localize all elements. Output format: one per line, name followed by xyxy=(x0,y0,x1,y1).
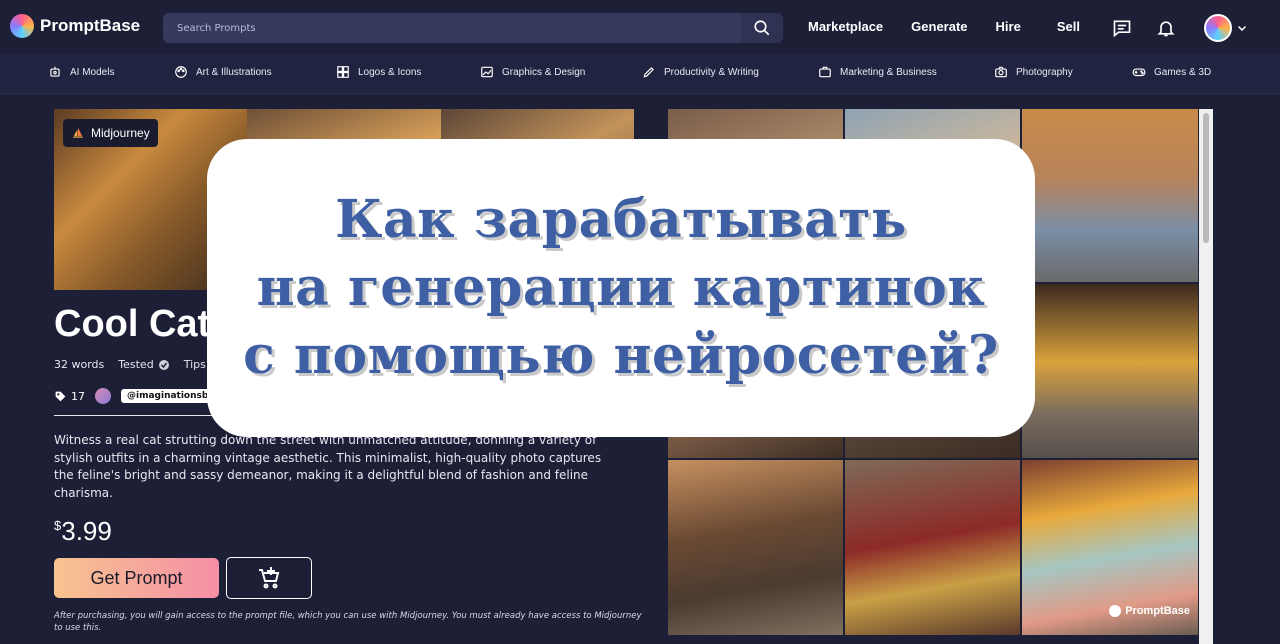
watermark-text: PromptBase xyxy=(1125,605,1190,617)
brand-logo-icon xyxy=(10,14,34,38)
category-label: Games & 3D xyxy=(1154,66,1212,78)
logo-icon xyxy=(337,66,349,78)
messages-button[interactable] xyxy=(1110,16,1134,40)
sailboat-icon xyxy=(73,127,83,138)
pen-icon xyxy=(643,67,654,78)
search-button[interactable] xyxy=(741,13,783,43)
purchase-note: After purchasing, you will gain access t… xyxy=(54,611,642,633)
tested-badge: Tested xyxy=(118,358,169,371)
chat-icon xyxy=(1113,20,1131,38)
add-to-cart-button[interactable] xyxy=(226,557,312,599)
category-marketing-business[interactable]: Marketing & Business xyxy=(818,65,937,79)
category-games-3d[interactable]: Games & 3D xyxy=(1132,65,1211,79)
gallery-image[interactable] xyxy=(845,460,1020,635)
gallery-image[interactable] xyxy=(668,460,843,635)
brand-logo-icon xyxy=(1109,605,1122,617)
gallery-scrollbar[interactable] xyxy=(1199,109,1213,644)
category-logos-icons[interactable]: Logos & Icons xyxy=(336,65,421,79)
category-label: AI Models xyxy=(70,66,115,78)
category-ai-models[interactable]: AI Models xyxy=(48,65,114,79)
brand-logo[interactable]: PromptBase xyxy=(10,14,140,38)
nav-hire[interactable]: Hire xyxy=(996,19,1021,34)
nav-generate[interactable]: Generate xyxy=(911,19,967,34)
word-count: 32 words xyxy=(54,358,105,371)
category-bar: AI Models Art & Illustrations Logos & Ic… xyxy=(0,54,1280,94)
category-label: Logos & Icons xyxy=(358,66,422,78)
tag-icon xyxy=(55,391,66,401)
author-handle[interactable]: @imaginationsby xyxy=(121,389,221,403)
notifications-button[interactable] xyxy=(1154,16,1178,40)
brand-name: PromptBase xyxy=(40,16,141,35)
search-input[interactable] xyxy=(163,13,741,43)
cart-plus-icon xyxy=(259,567,280,589)
nav-marketplace[interactable]: Marketplace xyxy=(808,19,883,34)
caption-overlay: Как зарабатывать на генерации картинок с… xyxy=(207,139,1035,437)
category-label: Marketing & Business xyxy=(840,66,937,78)
prompt-description: Witness a real cat strutting down the st… xyxy=(54,433,602,500)
search-bar xyxy=(163,13,783,43)
gallery-image[interactable] xyxy=(1022,109,1198,282)
briefcase-icon xyxy=(819,66,831,78)
gallery-image[interactable]: PromptBase xyxy=(1022,460,1198,635)
chevron-down-icon[interactable] xyxy=(1236,22,1248,34)
prompt-price: $3.99 xyxy=(54,516,112,547)
tags-count-value: 17 xyxy=(71,389,85,403)
category-label: Productivity & Writing xyxy=(664,66,759,78)
caption-line: с помощью нейросетей? xyxy=(243,325,999,386)
model-badge-label: Midjourney xyxy=(91,126,150,140)
prompt-author-row: 17 @imaginationsby xyxy=(54,388,221,404)
robot-icon xyxy=(50,66,60,77)
verified-check-icon xyxy=(158,359,169,370)
caption-line: на генерации картинок xyxy=(256,257,986,318)
user-avatar[interactable] xyxy=(1204,14,1232,42)
palette-icon xyxy=(175,66,187,78)
gallery-image[interactable] xyxy=(1022,284,1198,458)
watermark: PromptBase xyxy=(1109,605,1190,617)
camera-icon xyxy=(995,66,1007,78)
category-photography[interactable]: Photography xyxy=(994,65,1073,79)
nav-sell[interactable]: Sell xyxy=(1057,19,1080,34)
category-label: Art & Illustrations xyxy=(196,66,272,78)
divider xyxy=(54,415,214,416)
scrollbar-thumb[interactable] xyxy=(1203,113,1209,243)
prompt-meta: 32 words Tested Tips xyxy=(54,358,206,371)
tags-count[interactable]: 17 xyxy=(54,390,85,403)
author-avatar[interactable] xyxy=(95,388,111,404)
caption-line: Как зарабатывать xyxy=(335,189,907,250)
bell-icon xyxy=(1157,21,1175,37)
model-badge: Midjourney xyxy=(63,119,158,147)
category-productivity-writing[interactable]: Productivity & Writing xyxy=(642,65,759,79)
tips-link[interactable]: Tips xyxy=(184,358,206,371)
tested-label: Tested xyxy=(118,358,154,371)
get-prompt-button[interactable]: Get Prompt xyxy=(54,558,219,598)
category-label: Graphics & Design xyxy=(502,66,586,78)
search-icon xyxy=(754,20,770,36)
category-graphics-design[interactable]: Graphics & Design xyxy=(480,65,585,79)
price-value: 3.99 xyxy=(61,516,112,546)
top-navbar: PromptBase Marketplace Generate Hire Sel… xyxy=(0,0,1280,54)
category-label: Photography xyxy=(1016,66,1073,78)
image-icon xyxy=(481,66,493,78)
category-art-illustrations[interactable]: Art & Illustrations xyxy=(174,65,272,79)
prompt-title: Cool Cat xyxy=(54,303,211,345)
gamepad-icon xyxy=(1132,68,1146,77)
